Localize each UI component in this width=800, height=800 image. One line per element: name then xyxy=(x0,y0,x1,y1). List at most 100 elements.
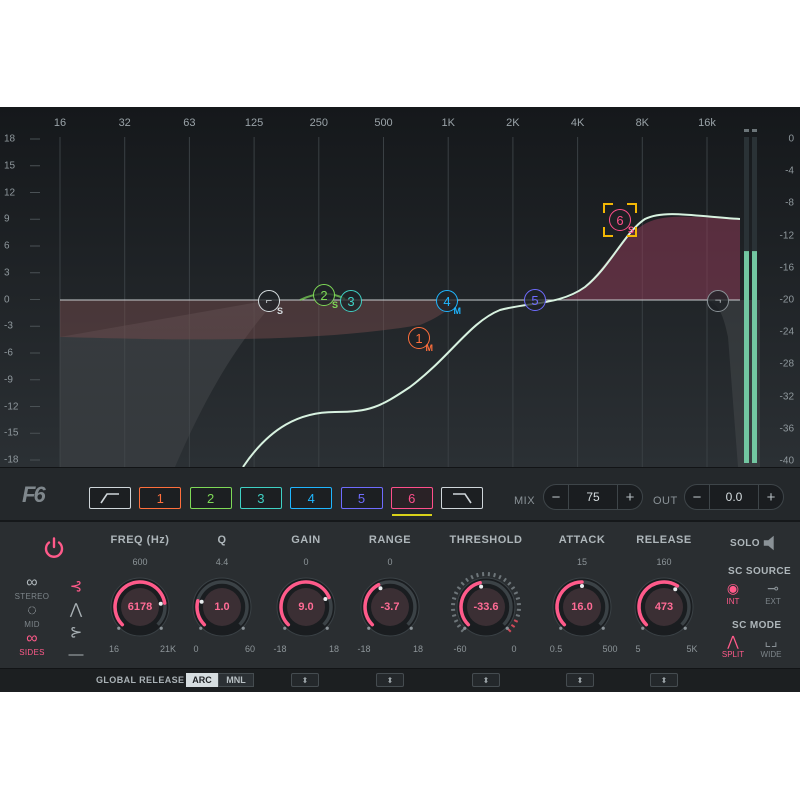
sc-mode-split[interactable]: ⋀ SPLIT xyxy=(718,633,748,659)
band-4-node[interactable]: 4M xyxy=(436,290,461,316)
knob-default-5: 15 xyxy=(576,557,588,567)
freq-label-250: 250 xyxy=(309,117,328,129)
speaker-icon[interactable] xyxy=(762,533,780,553)
knob-release[interactable]: 473 xyxy=(629,572,699,642)
knob-value-3: -3.7 xyxy=(380,601,400,613)
freq-label-8K: 8K xyxy=(635,117,650,129)
mid-icon: ◌ xyxy=(27,602,37,619)
high-cut-node[interactable]: ¬ xyxy=(707,290,729,312)
meter-label--28: -28 xyxy=(779,358,794,370)
meter-label--24: -24 xyxy=(779,326,794,338)
knob-title-2: GAIN xyxy=(291,534,321,546)
gain-label-18: 18 xyxy=(4,133,16,145)
knob-max-6: 5K xyxy=(686,644,698,654)
meter-label--4: -4 xyxy=(785,165,794,177)
meter-label--12: -12 xyxy=(779,230,794,242)
mix-value[interactable]: 75 xyxy=(568,484,618,510)
knob-gain[interactable]: 9.0 xyxy=(271,572,341,642)
knob-default-3: 0 xyxy=(387,557,393,567)
stereo-icon: ∞ xyxy=(26,574,38,591)
band-button-low-cut[interactable] xyxy=(89,487,131,509)
meter-left-peak xyxy=(744,129,749,132)
meter-label-0: 0 xyxy=(788,133,794,145)
low-cut-node[interactable]: ⌐ S xyxy=(258,290,283,316)
release-mini-stepper[interactable]: ⬍ xyxy=(650,673,678,687)
band-1-node[interactable]: 1M xyxy=(408,327,433,353)
freq-label-16k: 16k xyxy=(698,117,716,129)
knob-max-0: 21K xyxy=(159,644,177,654)
knob-value-0: 6178 xyxy=(127,601,153,613)
knob-min-6: 5 xyxy=(635,644,641,654)
band-button-6[interactable]: 6 xyxy=(390,487,433,509)
mix-increment-button[interactable]: + xyxy=(618,489,642,506)
global-release-mnl-button[interactable]: MNL xyxy=(218,673,254,687)
sc-source-ext[interactable]: ⊸ EXT xyxy=(758,580,788,606)
knob-default-1: 4.4 xyxy=(215,557,229,567)
filter-shape-cut-icon[interactable]: ⊱ xyxy=(66,623,86,641)
mix-decrement-button[interactable]: − xyxy=(544,489,568,506)
band-button-2[interactable]: 2 xyxy=(189,487,232,509)
band-control-panel: ∞ STEREO ◌ MID ∞ SIDES ⊰ ⋀ ⊱ — FREQ (Hz)… xyxy=(0,520,800,670)
band-button-3[interactable]: 3 xyxy=(239,487,282,509)
meter-label--16: -16 xyxy=(779,262,794,274)
gain-label-0: 0 xyxy=(4,294,10,305)
knob-q[interactable]: 1.0 xyxy=(187,572,257,642)
power-icon[interactable] xyxy=(42,536,66,560)
band-button-1[interactable]: 1 xyxy=(139,487,182,509)
band-button-5[interactable]: 5 xyxy=(340,487,383,509)
filter-shape-bell-icon[interactable]: ⋀ xyxy=(66,600,86,618)
global-release-arc-button[interactable]: ARC xyxy=(186,673,218,687)
knob-value-4: -33.6 xyxy=(473,601,499,613)
knob-default-2: 0 xyxy=(303,557,309,567)
sc-mode-title: SC MODE xyxy=(732,620,782,631)
knob-min-4: -60 xyxy=(453,644,467,654)
mode-stereo[interactable]: ∞ STEREO xyxy=(12,574,52,601)
band-3-node[interactable]: 3 xyxy=(340,290,362,312)
mode-mid[interactable]: ◌ MID xyxy=(12,602,52,629)
freq-mini-stepper[interactable]: ⬍ xyxy=(291,673,319,687)
range-mini-stepper[interactable]: ⬍ xyxy=(376,673,404,687)
gain-label-3: 3 xyxy=(4,267,10,279)
knob-freq-hz[interactable]: 6178 xyxy=(105,572,175,642)
band-6-node[interactable]: 6S xyxy=(609,209,634,235)
band-selector-bar: F6 123456 MIX − 75 + OUT − 0.0 + xyxy=(0,467,800,520)
attack-mini-stepper[interactable]: ⬍ xyxy=(566,673,594,687)
knob-default-0: 600 xyxy=(132,557,148,567)
gain-label-9: 9 xyxy=(4,213,10,225)
knob-max-2: 18 xyxy=(328,644,340,654)
split-icon: ⋀ xyxy=(727,633,739,649)
sc-source-int[interactable]: ◉ INT xyxy=(718,580,748,606)
filter-shape-flat-icon[interactable]: — xyxy=(66,646,86,663)
sides-icon: ∞ xyxy=(26,630,38,647)
out-stepper[interactable]: − 0.0 + xyxy=(684,484,784,510)
meter-label--20: -20 xyxy=(779,294,794,306)
out-value[interactable]: 0.0 xyxy=(709,484,759,510)
knob-range[interactable]: -3.7 xyxy=(355,572,425,642)
freq-label-32: 32 xyxy=(118,117,131,129)
mode-sides[interactable]: ∞ SIDES xyxy=(12,630,52,657)
gain-label-15: 15 xyxy=(4,160,16,172)
gain-label--18: -18 xyxy=(4,454,19,466)
band-button-4[interactable]: 4 xyxy=(290,487,333,509)
solo-label: SOLO xyxy=(730,538,760,549)
band-2-node[interactable]: 2S xyxy=(313,284,338,310)
gain-label--3: -3 xyxy=(4,320,13,332)
knob-title-5: ATTACK xyxy=(558,534,606,546)
knob-value-6: 473 xyxy=(654,601,674,613)
meter-label--36: -36 xyxy=(779,423,794,435)
mix-stepper[interactable]: − 75 + xyxy=(543,484,643,510)
band-5-node[interactable]: 5 xyxy=(524,289,546,311)
threshold-mini-stepper[interactable]: ⬍ xyxy=(472,673,500,687)
filter-shape-shelf-icon[interactable]: ⊰ xyxy=(66,577,86,595)
knob-attack[interactable]: 16.0 xyxy=(547,572,617,642)
out-decrement-button[interactable]: − xyxy=(685,489,709,506)
knob-default-6: 160 xyxy=(656,557,672,567)
out-increment-button[interactable]: + xyxy=(759,489,783,506)
out-label: OUT xyxy=(653,495,678,507)
freq-label-500: 500 xyxy=(374,117,393,129)
knob-threshold[interactable]: -33.6 xyxy=(451,572,521,642)
eq-graph[interactable] xyxy=(0,107,800,467)
band-button-high-cut[interactable] xyxy=(441,487,484,509)
knob-title-6: RELEASE xyxy=(636,534,692,546)
sc-mode-wide[interactable]: ⌞⌟ WIDE xyxy=(756,633,786,659)
